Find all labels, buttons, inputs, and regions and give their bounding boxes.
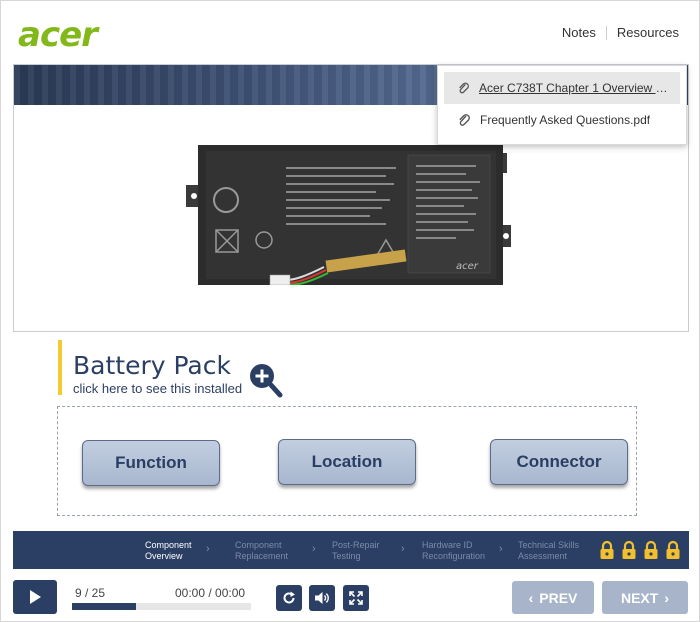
step-label: Assessment	[518, 551, 568, 561]
step-post-repair-testing[interactable]: Post-Repair Testing	[332, 540, 380, 562]
svg-text:acer: acer	[456, 261, 479, 272]
prev-label: PREV	[539, 589, 578, 606]
resource-item-label: Acer C738T Chapter 1 Overview of M...	[479, 81, 672, 95]
step-label: Testing	[332, 551, 361, 561]
next-button[interactable]: NEXT ›	[602, 581, 688, 614]
play-icon	[30, 590, 41, 604]
prev-button[interactable]: ‹ PREV	[512, 581, 594, 614]
replay-button[interactable]	[276, 585, 302, 611]
notes-link[interactable]: Notes	[562, 25, 596, 40]
connector-button[interactable]: Connector	[490, 439, 628, 485]
step-component-replacement[interactable]: Component Replacement	[235, 540, 288, 562]
chevron-left-icon: ‹	[528, 589, 534, 606]
zoom-in-icon[interactable]	[247, 361, 283, 399]
resource-item-faq[interactable]: Frequently Asked Questions.pdf	[444, 104, 680, 136]
fullscreen-button[interactable]	[343, 585, 369, 611]
lock-icon	[666, 540, 680, 559]
acer-logo: acer	[18, 15, 98, 55]
nav-divider	[605, 25, 607, 40]
next-label: NEXT	[620, 589, 659, 606]
volume-icon	[315, 592, 329, 604]
chevron-right-icon: ›	[499, 543, 503, 555]
location-button[interactable]: Location	[278, 439, 416, 485]
paperclip-icon	[459, 114, 470, 126]
top-nav: Notes Resources	[562, 25, 679, 40]
replay-icon	[283, 591, 295, 604]
expand-icon	[349, 591, 363, 605]
step-label: Overview	[145, 551, 183, 561]
title-accent-bar	[58, 340, 62, 395]
slide-progress-fill	[72, 603, 137, 610]
step-label: Replacement	[235, 551, 289, 561]
time-display: 00:00 / 00:00	[175, 586, 246, 600]
chevron-right-icon: ›	[664, 589, 669, 606]
step-label: Component	[145, 540, 192, 550]
step-label: Reconfiguration	[422, 551, 486, 561]
step-technical-skills-assessment[interactable]: Technical Skills Assessment	[518, 540, 579, 562]
volume-button[interactable]	[309, 585, 335, 611]
resources-link[interactable]: Resources	[617, 25, 679, 40]
resource-item-chapter1[interactable]: Acer C738T Chapter 1 Overview of M...	[444, 72, 680, 104]
step-label: Post-Repair	[332, 540, 380, 550]
module-progress-nav: Component Overview › Component Replaceme…	[13, 531, 689, 569]
page-title: Battery Pack	[73, 351, 231, 380]
chevron-right-icon: ›	[401, 543, 405, 555]
resource-item-label: Frequently Asked Questions.pdf	[480, 113, 651, 127]
step-label: Technical Skills	[518, 540, 580, 550]
step-label: Hardware ID	[422, 540, 473, 550]
app-frame: acer Notes Resources acer Acer C738T Cha…	[0, 0, 700, 622]
slide-progress-bar[interactable]	[72, 603, 251, 610]
battery-pack-image: acer	[186, 145, 511, 285]
lock-icon	[644, 540, 658, 559]
lock-icon	[622, 540, 636, 559]
play-button[interactable]	[13, 580, 57, 614]
lock-icon	[600, 540, 614, 559]
see-installed-link[interactable]: click here to see this installed	[73, 381, 242, 396]
paperclip-icon	[459, 82, 469, 94]
step-component-overview[interactable]: Component Overview	[145, 540, 192, 562]
function-button[interactable]: Function	[82, 440, 220, 486]
step-hardware-id-reconfiguration[interactable]: Hardware ID Reconfiguration	[422, 540, 485, 562]
resources-dropdown: Acer C738T Chapter 1 Overview of M... Fr…	[437, 65, 687, 145]
slide-counter: 9 / 25	[75, 586, 106, 600]
chevron-right-icon: ›	[312, 543, 316, 555]
step-label: Component	[235, 540, 282, 550]
chevron-right-icon: ›	[206, 543, 210, 555]
